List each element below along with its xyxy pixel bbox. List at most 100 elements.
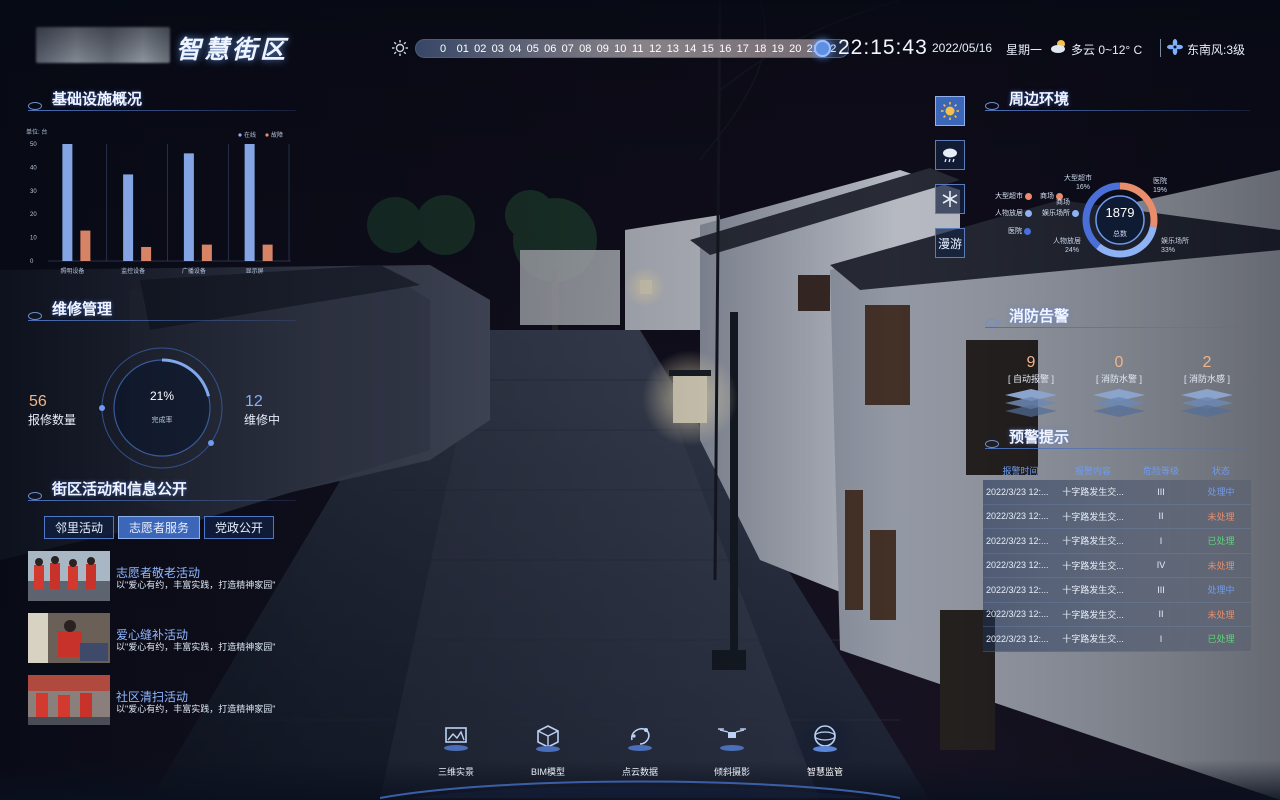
legend-fault: 故障 xyxy=(271,131,283,139)
cell-status: 已处理 xyxy=(1207,536,1235,547)
env-segment-label: 人物放居 24% xyxy=(1053,237,1081,255)
table-row[interactable]: 2022/3/23 12:... 十字路发生交... III 处理中 xyxy=(983,480,1251,505)
timeline-hour-tick[interactable]: 08 xyxy=(577,43,595,55)
fire-stat-label: [ 消防水感 ] xyxy=(1183,374,1230,384)
repairing-count: 12 xyxy=(245,393,263,410)
timeline-hour-tick[interactable]: 0 xyxy=(432,43,454,55)
table-row[interactable]: 2022/3/23 12:... 十字路发生交... I 已处理 xyxy=(983,529,1251,554)
sunny-mode-button[interactable] xyxy=(935,96,965,126)
environment-panel-header: 周边环境 xyxy=(985,88,1250,114)
nav-label: BIM模型 xyxy=(530,767,565,777)
warning-panel-header: 预警提示 xyxy=(985,426,1250,452)
timeline-hour-tick[interactable]: 14 xyxy=(682,43,700,55)
timeline-hour-tick[interactable]: 15 xyxy=(699,43,717,55)
timeline-hour-tick[interactable]: 06 xyxy=(542,43,560,55)
bar-online xyxy=(244,144,255,261)
timeline-hour-tick[interactable]: 03 xyxy=(489,43,507,55)
timeline-hour-tick[interactable]: 07 xyxy=(559,43,577,55)
cell-content: 十字路发生交... xyxy=(1062,511,1124,522)
table-row[interactable]: 2022/3/23 12:... 十字路发生交... II 未处理 xyxy=(983,602,1251,627)
tab-volunteer[interactable]: 志愿者服务 xyxy=(118,516,200,539)
timeline-hour-tick[interactable]: 16 xyxy=(717,43,735,55)
cell-level: I xyxy=(1159,633,1163,644)
snow-mode-button[interactable] xyxy=(935,184,965,214)
activity-item[interactable]: 社区清扫活动 以"爱心有约，丰富实践，打造精神家园" xyxy=(28,675,298,725)
env-segment-pct: 16% xyxy=(1076,184,1091,191)
column-header: 危险等级 xyxy=(1142,465,1179,476)
timeline-hour-tick[interactable]: 17 xyxy=(734,43,752,55)
env-segment-name: 娱乐场所 xyxy=(1161,238,1189,245)
timeline-hour-tick[interactable]: 02 xyxy=(472,43,490,55)
x-tick-label: 显示屏 xyxy=(246,268,264,275)
cell-level: III xyxy=(1157,486,1165,497)
nav-smart-supervision[interactable]: 智慧监管 xyxy=(790,722,860,777)
time-slider[interactable]: 0 01 02 03 04 05 06 07 08 09 10 11 12 13 14 15 16 17 18 19 2… xyxy=(415,39,849,58)
x-tick-label: 广播设备 xyxy=(182,267,206,275)
sun-icon[interactable] xyxy=(391,39,409,57)
fan-wind-icon xyxy=(1167,39,1183,55)
y-tick-label: 40 xyxy=(30,165,37,171)
warning-table: 报警时间 报警内容 危险等级 状态 2022/3/23 12:... 十字路发生交… xyxy=(983,460,1251,652)
weekday: 星期一 xyxy=(1006,43,1043,57)
nav-oblique-photography[interactable]: 倾斜摄影 xyxy=(697,722,767,777)
wind-text: 东南风:3级 xyxy=(1187,43,1246,57)
repairing-label: 维修中 xyxy=(244,413,281,427)
panel-header-icon xyxy=(985,102,999,110)
ring-marker-left xyxy=(99,405,105,411)
activity-tabs: 邻里活动 志愿者服务 党政公开 xyxy=(44,516,274,539)
table-row[interactable]: 2022/3/23 12:... 十字路发生交... II 未处理 xyxy=(983,504,1251,529)
nav-point-cloud[interactable]: 点云数据 xyxy=(605,722,675,777)
y-tick-label: 50 xyxy=(30,142,37,148)
roam-button[interactable]: 漫游 xyxy=(935,228,965,258)
nav-label: 点云数据 xyxy=(621,767,658,777)
panel-header-line xyxy=(985,327,1250,328)
cube-icon xyxy=(536,725,560,752)
table-row[interactable]: 2022/3/23 12:... 十字路发生交... I 已处理 xyxy=(983,627,1251,652)
completion-rate: 21% xyxy=(149,389,175,403)
timeline-hour-tick[interactable]: 01 xyxy=(454,43,472,55)
timeline-hour-tick[interactable]: 19 xyxy=(769,43,787,55)
env-segment-label: 商场 xyxy=(1056,198,1070,207)
env-legend-item: 娱乐场所 xyxy=(1042,208,1081,218)
env-segment-label: 娱乐场所 33% xyxy=(1161,237,1189,255)
panel-header-line xyxy=(28,320,296,321)
point-cloud-icon xyxy=(628,727,652,751)
nav-bim-model[interactable]: BIM模型 xyxy=(513,722,583,777)
tab-neighborhood[interactable]: 邻里活动 xyxy=(44,516,114,539)
timeline-hour-tick[interactable]: 09 xyxy=(594,43,612,55)
cell-time: 2022/3/23 12:... xyxy=(986,560,1049,571)
column-header: 状态 xyxy=(1211,465,1230,476)
env-segment-label: 大型超市 16% xyxy=(1064,174,1092,192)
timeline-hour-tick[interactable]: 05 xyxy=(524,43,542,55)
fire-panel-title: 消防告警 xyxy=(1009,308,1070,325)
timeline-hour-tick[interactable]: 12 xyxy=(647,43,665,55)
table-row[interactable]: 2022/3/23 12:... 十字路发生交... III 处理中 xyxy=(983,578,1251,603)
time-slider-handle[interactable] xyxy=(814,40,831,57)
time-slider-hours: 0 01 02 03 04 05 06 07 08 09 10 11 12 13 14 15 16 17 18 19 2… xyxy=(416,40,848,57)
cell-level: III xyxy=(1157,584,1165,595)
timeline-hour-tick[interactable]: 20 xyxy=(787,43,805,55)
timeline-hour-tick[interactable]: 11 xyxy=(629,43,647,55)
rain-mode-button[interactable] xyxy=(935,140,965,170)
app-title: 智慧街区 xyxy=(176,36,289,64)
timeline-hour-tick[interactable]: 18 xyxy=(752,43,770,55)
env-segment-name: 商场 xyxy=(1056,199,1070,206)
tab-party-affairs[interactable]: 党政公开 xyxy=(204,516,274,539)
table-row[interactable]: 2022/3/23 12:... 十字路发生交... IV 未处理 xyxy=(983,553,1251,578)
panel-header-icon xyxy=(28,312,42,320)
cell-status: 处理中 xyxy=(1207,487,1235,498)
infra-bar-chart: 单位: 台 在线 故障 0 10 20 30 40 50 照明设备 监控设备 广播设备 显示屏 xyxy=(26,126,296,282)
activity-item[interactable]: 志愿者敬老活动 以"爱心有约，丰富实践，打造精神家园" xyxy=(28,551,298,601)
timeline-hour-tick[interactable]: 10 xyxy=(612,43,630,55)
timeline-hour-tick[interactable]: 13 xyxy=(664,43,682,55)
warning-table-body: 2022/3/23 12:... 十字路发生交... III 处理中 2022/3/23… xyxy=(983,480,1251,652)
activity-thumbnail xyxy=(28,675,110,725)
env-segment-name: 人物放居 xyxy=(1053,238,1081,245)
sun-icon xyxy=(941,102,959,120)
activity-item[interactable]: 爱心缝补活动 以"爱心有约，丰富实践，打造精神家园" xyxy=(28,613,298,663)
nav-3d-scene[interactable]: 三维实景 xyxy=(421,722,491,777)
env-legend-name: 大型超市 xyxy=(995,193,1023,200)
nav-label: 三维实景 xyxy=(437,767,474,777)
cell-content: 十字路发生交... xyxy=(1062,560,1124,571)
timeline-hour-tick[interactable]: 04 xyxy=(507,43,525,55)
